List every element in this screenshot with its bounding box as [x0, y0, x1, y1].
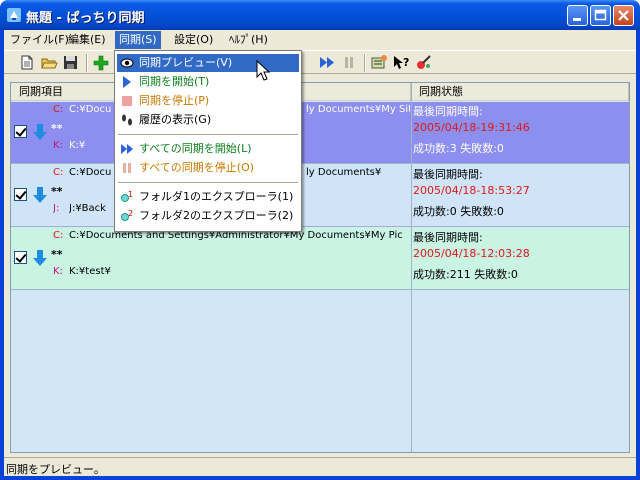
- dest-label: K:: [53, 140, 63, 151]
- sync-direction-arrow-icon: [33, 124, 47, 140]
- sync-direction-arrow-icon: [33, 250, 47, 266]
- menu-item-label: 同期を開始(T): [139, 75, 210, 88]
- svg-text:?: ?: [403, 56, 409, 69]
- app-window: 無題 - ぱっちり同期 ファイル(F) 編集(E) 同期(S) 設定(O) ﾍﾙ…: [0, 0, 640, 480]
- minimize-icon: [573, 18, 581, 21]
- status-text: 同期をプレビュー。: [6, 463, 105, 476]
- window-title: 無題 - ぱっちり同期: [26, 11, 145, 26]
- menu-item-folder2-explorer[interactable]: 2 フォルダ2のエクスプローラ(2): [117, 207, 299, 225]
- menu-item-start-all-sync[interactable]: すべての同期を開始(L): [117, 140, 299, 158]
- menu-file[interactable]: ファイル(F): [6, 31, 73, 49]
- item-name: **: [51, 185, 63, 198]
- row-checkbox[interactable]: [14, 251, 27, 264]
- fast-forward-icon: [121, 144, 133, 154]
- status-time: 2005/04/18-12:03:28: [413, 247, 530, 260]
- dest-path: K:¥test¥: [69, 266, 111, 277]
- menu-settings[interactable]: 設定(O): [170, 31, 217, 49]
- status-title: 最後同期時間:: [413, 231, 483, 244]
- footprints-icon: [122, 114, 132, 126]
- menu-item-folder1-explorer[interactable]: 1 フォルダ1のエクスプローラ(1): [117, 188, 299, 206]
- menu-item-label: すべての同期を開始(L): [139, 142, 252, 155]
- menu-help[interactable]: ﾍﾙﾌﾟ(H): [225, 31, 272, 49]
- list-header: 同期項目 同期状態: [11, 83, 629, 101]
- status-bar: 同期をプレビュー。: [4, 457, 636, 476]
- sync-list[interactable]: 同期項目 同期状態 C: C:¥Docu ly Documents¥My Sit…: [10, 82, 630, 453]
- source-path-tail: ly Documents¥: [306, 167, 382, 178]
- folder1-search-icon: 1: [121, 190, 133, 202]
- folder2-search-icon: 2: [121, 209, 133, 221]
- close-button[interactable]: [613, 5, 634, 26]
- menu-item-label: 履歴の表示(G): [139, 113, 212, 126]
- status-title: 最後同期時間:: [413, 105, 483, 118]
- status-title: 最後同期時間:: [413, 168, 483, 181]
- toolbar: ?: [4, 50, 636, 74]
- maximize-button[interactable]: [590, 5, 611, 26]
- menu-sync[interactable]: 同期(S): [115, 31, 161, 49]
- title-bar[interactable]: 無題 - ぱっちり同期: [0, 0, 640, 30]
- menu-item-label: フォルダ2のエクスプローラ(2): [139, 209, 294, 222]
- source-label: C:: [53, 104, 64, 115]
- list-row[interactable]: C: C:¥Documents and Settings¥Administrat…: [11, 228, 629, 290]
- menu-item-show-history[interactable]: 履歴の表示(G): [117, 111, 299, 129]
- client-area: ファイル(F) 編集(E) 同期(S) 設定(O) ﾍﾙﾌﾟ(H) ? 同期項目…: [4, 30, 636, 476]
- sync-menu-dropdown: 同期プレビュー(V) 同期を開始(T) 同期を停止(P) 履歴の表示(G) すべ…: [114, 50, 302, 232]
- open-folder-icon[interactable]: [40, 54, 58, 71]
- source-label: C:: [53, 230, 64, 241]
- list-row[interactable]: C: C:¥Docu ly Documents¥ ** J: J:¥Back 最…: [11, 165, 629, 227]
- dest-label: K:: [53, 266, 63, 277]
- sync-app-icon: [7, 8, 21, 22]
- play-icon: [123, 76, 131, 88]
- menu-edit[interactable]: 編集(E): [64, 31, 110, 49]
- mouse-cursor-icon: [256, 60, 271, 81]
- save-icon[interactable]: [62, 54, 80, 71]
- status-time: 2005/04/18-18:53:27: [413, 184, 530, 197]
- minimize-button[interactable]: [567, 5, 588, 26]
- row-checkbox[interactable]: [14, 188, 27, 201]
- menu-item-label: 同期プレビュー(V): [139, 56, 233, 69]
- column-header-status[interactable]: 同期状態: [411, 83, 629, 101]
- column-divider: [411, 83, 412, 452]
- item-name: **: [51, 248, 63, 261]
- eye-icon: [120, 58, 134, 68]
- stop-icon: [122, 96, 132, 106]
- status-counts: 成功数:3 失敗数:0: [413, 142, 504, 155]
- menu-item-label: 同期を停止(P): [139, 94, 210, 107]
- source-label: C:: [53, 167, 64, 178]
- dest-label: J:: [53, 203, 60, 214]
- status-counts: 成功数:0 失敗数:0: [413, 205, 504, 218]
- menu-bar: ファイル(F) 編集(E) 同期(S) 設定(O) ﾍﾙﾌﾟ(H): [4, 30, 636, 49]
- close-icon: [618, 10, 629, 21]
- status-counts: 成功数:211 失敗数:0: [413, 268, 518, 281]
- pause-icon[interactable]: [340, 54, 358, 71]
- pause-icon: [123, 163, 131, 173]
- sync-direction-arrow-icon: [33, 187, 47, 203]
- new-file-icon[interactable]: [18, 54, 36, 71]
- row-checkbox[interactable]: [14, 125, 27, 138]
- menu-separator: [118, 182, 298, 183]
- settings-icon[interactable]: [370, 54, 388, 71]
- add-icon[interactable]: [92, 54, 110, 71]
- item-name: **: [51, 122, 63, 135]
- svg-text:1: 1: [128, 190, 133, 199]
- menu-item-stop-all-sync[interactable]: すべての同期を停止(O): [117, 159, 299, 177]
- menu-item-label: フォルダ1のエクスプローラ(1): [139, 190, 294, 203]
- maximize-icon: [594, 9, 607, 21]
- source-path-tail: ly Documents¥My Site: [306, 104, 410, 115]
- menu-separator: [118, 134, 298, 135]
- sync-all-icon[interactable]: [318, 54, 336, 71]
- menu-item-label: すべての同期を停止(O): [139, 161, 255, 174]
- dest-path: K:¥: [69, 140, 86, 151]
- menu-item-stop-sync[interactable]: 同期を停止(P): [117, 92, 299, 110]
- list-row[interactable]: C: C:¥Docu ly Documents¥My Site ** K: K:…: [11, 102, 629, 164]
- status-time: 2005/04/18-19:31:46: [413, 121, 530, 134]
- tools-icon[interactable]: [414, 54, 432, 71]
- help-icon[interactable]: ?: [392, 54, 410, 71]
- svg-text:2: 2: [128, 209, 133, 218]
